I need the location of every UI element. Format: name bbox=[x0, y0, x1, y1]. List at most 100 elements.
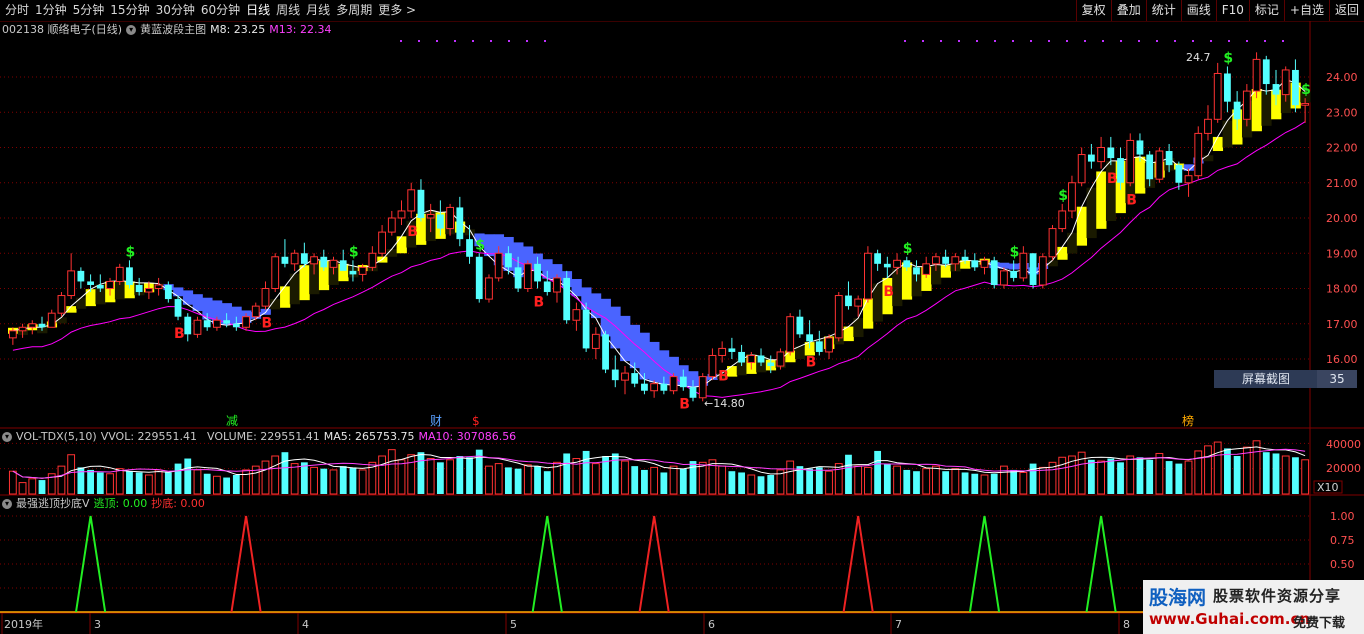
candle-body bbox=[1175, 165, 1183, 183]
candle-body bbox=[47, 312, 56, 328]
candle-body bbox=[1087, 154, 1095, 162]
toolbar-button-4[interactable]: F10 bbox=[1215, 0, 1249, 21]
volume-bar bbox=[271, 455, 280, 495]
volume-bar bbox=[87, 469, 94, 494]
candle-body bbox=[815, 341, 823, 352]
volume-bar bbox=[825, 470, 833, 495]
screenshot-button[interactable]: 屏幕截图 35 bbox=[1214, 370, 1357, 388]
candle-body bbox=[1077, 154, 1086, 184]
period-tab-3[interactable]: 15分钟 bbox=[107, 0, 152, 21]
volume-bar bbox=[738, 472, 745, 494]
candle-body bbox=[1038, 256, 1047, 286]
period-tab-0[interactable]: 分时 bbox=[2, 0, 32, 21]
volume-bar bbox=[466, 457, 473, 494]
candle-body bbox=[407, 189, 416, 212]
candle-body bbox=[534, 263, 541, 282]
toolbar-button-5[interactable]: 标记 bbox=[1248, 0, 1284, 21]
period-tab-7[interactable]: 周线 bbox=[273, 0, 303, 21]
signal-dot bbox=[994, 40, 996, 42]
candle-body bbox=[456, 207, 464, 240]
volume-bar bbox=[339, 466, 347, 494]
volume-bar bbox=[329, 469, 338, 495]
volume-bar bbox=[698, 461, 707, 495]
period-tab-6[interactable]: 日线 bbox=[243, 0, 273, 21]
screenshot-count: 35 bbox=[1317, 370, 1357, 388]
vol-scale-label: X10 bbox=[1317, 481, 1339, 494]
toolbar: 分时 1分钟 5分钟 15分钟 30分钟 60分钟 日线 周线 月线 多周期 更多 > 复权 叠加 统计… bbox=[0, 0, 1364, 22]
toolbar-button-3[interactable]: 画线 bbox=[1180, 0, 1216, 21]
volume-bar bbox=[1301, 459, 1310, 495]
candle-body bbox=[261, 288, 270, 307]
period-tab-5[interactable]: 60分钟 bbox=[198, 0, 243, 21]
candle-body bbox=[1010, 270, 1018, 278]
volume-bar bbox=[1126, 455, 1135, 495]
volume-bar bbox=[591, 463, 600, 495]
candle-body bbox=[184, 316, 192, 335]
volume-bar bbox=[387, 449, 396, 495]
candle-body bbox=[475, 256, 483, 300]
sell-marker: $ bbox=[1223, 50, 1233, 66]
candle-body bbox=[1281, 69, 1290, 96]
candle-body bbox=[339, 260, 347, 271]
candle-body bbox=[660, 383, 668, 391]
candle-body bbox=[834, 295, 843, 339]
volume-bar bbox=[1175, 463, 1183, 494]
candle-body bbox=[650, 383, 659, 392]
candle-body bbox=[213, 319, 221, 328]
volume-bar bbox=[1107, 458, 1115, 494]
toolbar-button-1[interactable]: 叠加 bbox=[1110, 0, 1146, 21]
volume-bar bbox=[815, 467, 823, 494]
volume-bar bbox=[1204, 445, 1212, 495]
signal-dot bbox=[544, 40, 546, 42]
candle-body bbox=[106, 280, 114, 290]
volume-bar bbox=[621, 460, 629, 495]
buy-marker: B bbox=[1107, 171, 1118, 187]
period-tab-1[interactable]: 1分钟 bbox=[32, 0, 70, 21]
toolbar-button-6[interactable]: +自选 bbox=[1283, 0, 1329, 21]
price-tick-label: 16.00 bbox=[1326, 353, 1358, 366]
candle-body bbox=[310, 256, 318, 265]
signal-dot bbox=[418, 40, 420, 42]
candle-body bbox=[174, 299, 182, 317]
volume-bar bbox=[456, 456, 464, 494]
volume-bar bbox=[1184, 460, 1193, 495]
band-segment bbox=[1203, 155, 1214, 162]
candle-body bbox=[806, 334, 814, 342]
candle-body bbox=[193, 319, 202, 335]
signal-dot bbox=[976, 40, 978, 42]
buy-marker: B bbox=[806, 354, 817, 370]
volume-bar bbox=[786, 460, 795, 495]
volume-bar bbox=[845, 454, 852, 494]
band-segment bbox=[1222, 120, 1233, 148]
candle-body bbox=[776, 351, 785, 367]
volume-bar bbox=[203, 473, 211, 494]
period-tab-10[interactable]: 更多 > bbox=[375, 0, 419, 21]
volume-bar bbox=[1165, 461, 1173, 494]
sell-marker: $ bbox=[1010, 244, 1020, 260]
period-tab-2[interactable]: 5分钟 bbox=[70, 0, 108, 21]
candle-body bbox=[747, 354, 756, 364]
toolbar-button-2[interactable]: 统计 bbox=[1145, 0, 1181, 21]
signal-dot bbox=[1084, 40, 1086, 42]
candle-body bbox=[349, 270, 357, 275]
volume-bar bbox=[1087, 459, 1095, 494]
toolbar-button-7[interactable]: 返回 bbox=[1328, 0, 1364, 21]
volume-bar bbox=[320, 468, 328, 494]
volume-bar bbox=[932, 465, 940, 495]
volume-bar bbox=[669, 465, 678, 495]
volume-bar bbox=[980, 474, 989, 495]
candle-body bbox=[1117, 158, 1124, 183]
volume-bar bbox=[650, 466, 659, 495]
stock-chart[interactable]: 24.00 23.00 22.00 21.00 20.00 19.00 18.00 17.00… bbox=[0, 21, 1364, 634]
candle-body bbox=[582, 309, 590, 349]
candle-body bbox=[1097, 147, 1105, 163]
period-tab-8[interactable]: 月线 bbox=[303, 0, 333, 21]
candle-body bbox=[689, 387, 697, 398]
volume-bar bbox=[728, 471, 736, 494]
candle-body bbox=[96, 284, 104, 289]
event-marker: 榜 bbox=[1182, 413, 1194, 428]
period-tab-4[interactable]: 30分钟 bbox=[153, 0, 198, 21]
period-tab-9[interactable]: 多周期 bbox=[333, 0, 375, 21]
volume-bar bbox=[223, 477, 231, 494]
toolbar-button-0[interactable]: 复权 bbox=[1075, 0, 1111, 21]
